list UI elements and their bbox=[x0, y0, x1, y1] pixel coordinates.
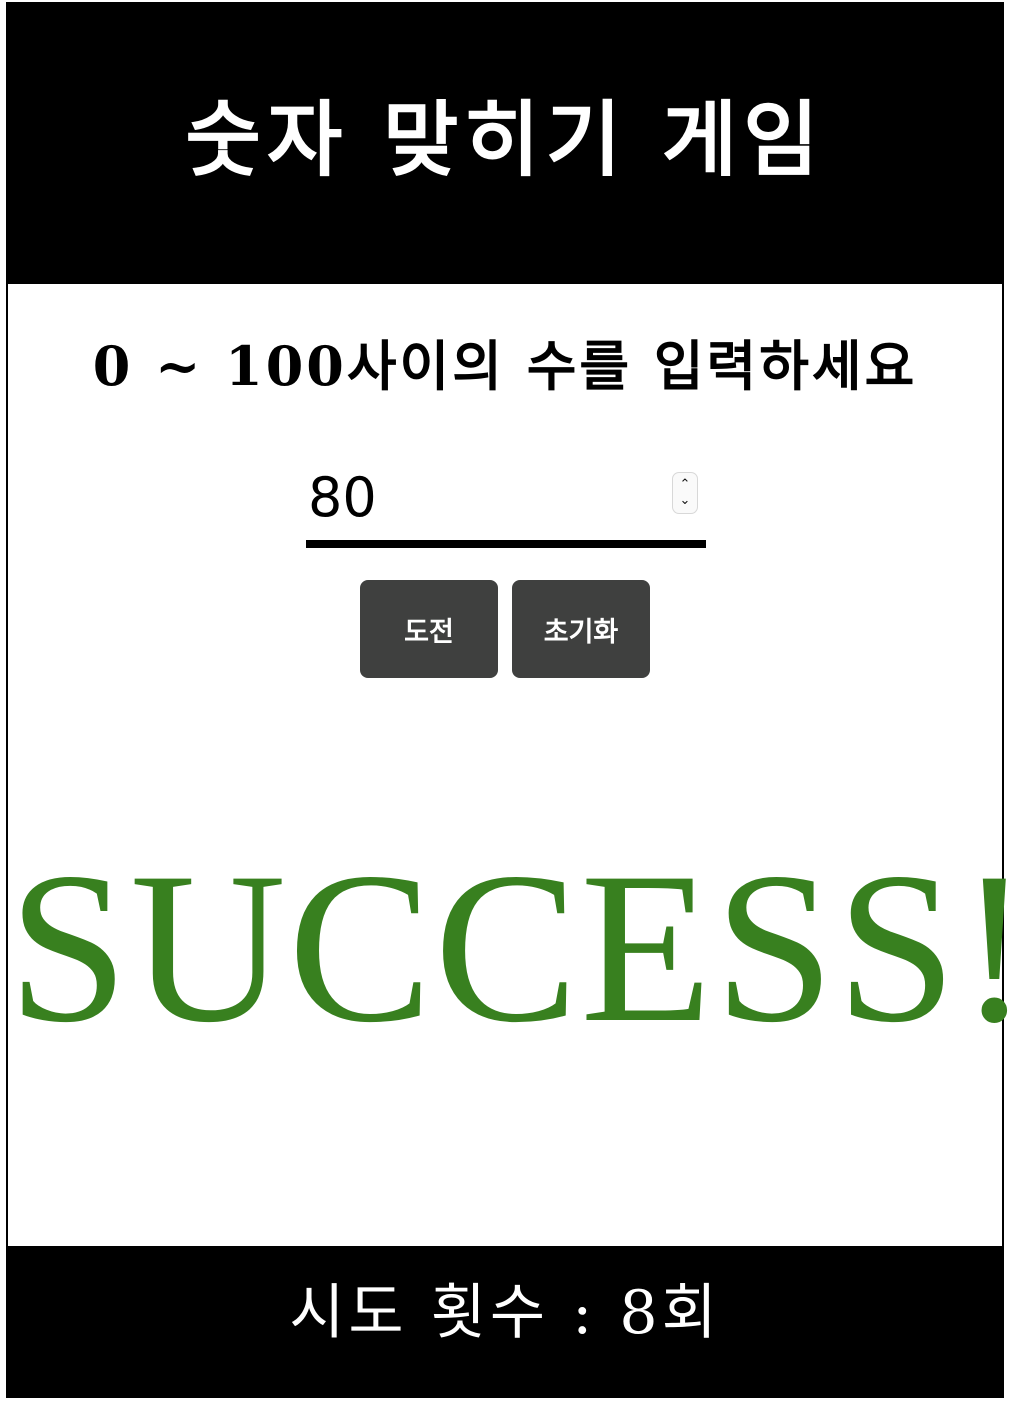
page-title: 숫자 맞히기 게임 bbox=[185, 91, 825, 188]
result-message: SUCCESS! bbox=[8, 828, 1014, 1067]
guess-input[interactable] bbox=[306, 462, 706, 548]
guess-input-wrapper: ⌃ ⌄ bbox=[306, 462, 706, 548]
challenge-button[interactable]: 도전 bbox=[360, 580, 498, 678]
chevron-up-icon[interactable]: ⌃ bbox=[680, 477, 691, 493]
chevron-down-icon[interactable]: ⌄ bbox=[680, 493, 691, 509]
attempt-count: 시도 횟수 : 8회 bbox=[289, 1277, 721, 1348]
game-container: 숫자 맞히기 게임 0 ~ 100사이의 수를 입력하세요 ⌃ ⌄ 도전 초기화… bbox=[6, 2, 1014, 1398]
button-group: 도전 초기화 bbox=[360, 580, 650, 678]
number-spinner[interactable]: ⌃ ⌄ bbox=[672, 472, 698, 514]
reset-button[interactable]: 초기화 bbox=[512, 580, 650, 678]
instruction-text: 0 ~ 100사이의 수를 입력하세요 bbox=[92, 334, 918, 398]
header: 숫자 맞히기 게임 bbox=[8, 4, 1002, 284]
footer: 시도 횟수 : 8회 bbox=[8, 1246, 1002, 1396]
